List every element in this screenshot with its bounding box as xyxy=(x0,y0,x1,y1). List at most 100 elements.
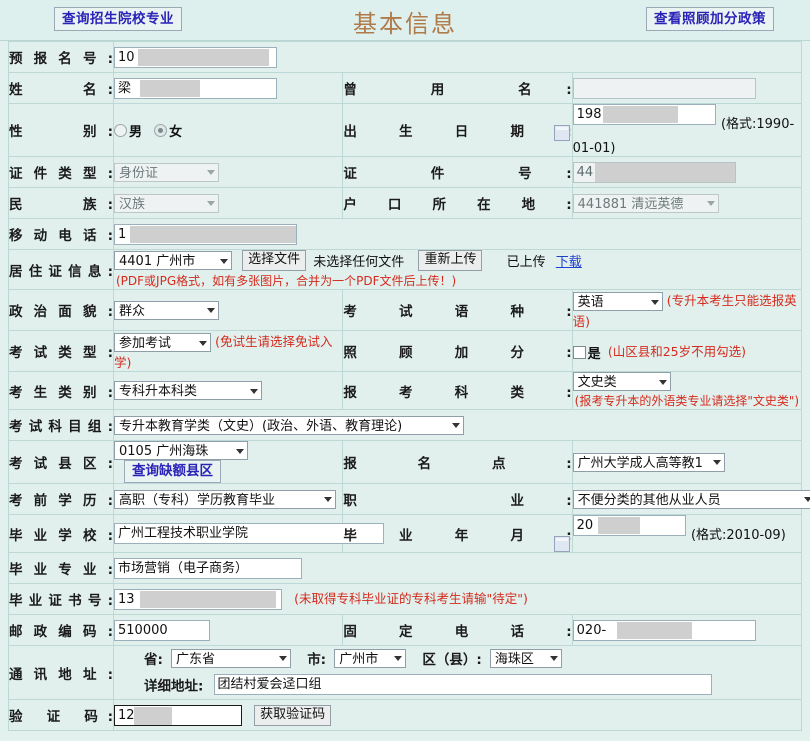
cell-postcode xyxy=(112,614,344,646)
redaction-overlay xyxy=(594,162,735,182)
table-row-pre-reg-no: 预报名号: xyxy=(8,41,802,73)
exam-type-value: 参加考试 xyxy=(114,333,211,352)
exam-language-select[interactable]: 英语 xyxy=(572,292,663,311)
get-captcha-button[interactable]: 获取验证码 xyxy=(254,704,332,726)
download-link[interactable]: 下载 xyxy=(556,255,582,270)
table-row-subject-group: 考试科目组: 专升本教育学类（文史）(政治、外语、教育理论) xyxy=(8,409,802,441)
table-row-postcode: 邮政编码: 固定电话: xyxy=(8,614,803,646)
form-header: 查询招生院校专业 基本信息 查看照顾加分政策 xyxy=(0,0,810,41)
cell-name xyxy=(112,72,344,104)
reg-point-select[interactable]: 广州大学成人高等教1 xyxy=(572,452,725,472)
label-prior-education: 考前学历: xyxy=(8,483,114,515)
province-select[interactable]: 广东省 xyxy=(171,648,292,668)
table-row-id: 证件类型: 身份证 证 件 号: xyxy=(8,156,803,188)
label-birth-date: 出生日期: xyxy=(342,103,573,157)
label-exam-county: 考试县区: xyxy=(8,440,114,484)
table-row-gender: 性 别: 男 女 出生日期: (格式:1990-01-01) xyxy=(8,103,803,157)
former-name-input[interactable] xyxy=(572,77,756,99)
reupload-button[interactable]: 重新上传 xyxy=(418,250,483,271)
query-vacancy-county-button[interactable]: 查询缺额县区 xyxy=(124,460,221,483)
diploma-no-wrap xyxy=(114,589,282,610)
uploaded-status-text: 已上传 xyxy=(506,255,546,270)
cell-diploma-no: (未取得专科毕业证的专科考生请输"待定") xyxy=(113,583,802,615)
bonus-points-checkbox[interactable] xyxy=(572,345,586,359)
grad-date-wrap xyxy=(553,515,687,552)
label-reg-point: 报名点: xyxy=(342,440,573,484)
label-name: 姓 名: xyxy=(8,72,114,104)
view-bonus-policy-button[interactable]: 查看照顾加分政策 xyxy=(646,7,774,31)
subject-group-select[interactable]: 专升本教育学类（文史）(政治、外语、教育理论) xyxy=(114,415,464,435)
label-former-name: 曾 用 名: xyxy=(342,72,573,104)
label-id-no: 证 件 号: xyxy=(342,156,573,188)
redaction-overlay xyxy=(616,621,692,639)
label-detail-address: 详细地址: xyxy=(144,678,204,695)
label-grad-major: 毕业专业: xyxy=(8,552,114,584)
label-id-type: 证件类型: xyxy=(8,156,114,188)
label-exam-type: 考试类型: xyxy=(8,330,114,372)
label-postcode: 邮政编码: xyxy=(8,614,114,646)
grad-major-input[interactable] xyxy=(114,557,302,579)
residence-permit-hint: (PDF或JPG格式，如有多张图片，合并为一个PDF文件后上传！) xyxy=(116,274,457,288)
exam-county-select[interactable]: 0105 广州海珠 xyxy=(114,441,248,460)
radio-female[interactable] xyxy=(154,123,168,137)
calendar-icon[interactable] xyxy=(553,536,570,552)
label-bonus-points: 照顾加分: xyxy=(342,330,573,372)
redaction-overlay xyxy=(134,706,172,725)
cell-exam-language: 英语 (专升本考生只能选报英语) xyxy=(571,289,803,331)
residence-city-select[interactable]: 4401 广州市 xyxy=(114,251,232,270)
address-detail-row: 详细地址: xyxy=(114,674,801,699)
cell-grad-date: (格式:2010-09) xyxy=(553,514,803,553)
postcode-input[interactable] xyxy=(114,619,210,641)
bonus-points-hint: (山区县和25岁不用勾选) xyxy=(607,343,746,359)
table-row-nation: 民 族: 汉族 户口所在地: 441881 清远英德 xyxy=(8,187,803,219)
table-row-grad-major: 毕业专业: xyxy=(8,552,802,584)
table-row-mobile: 移动电话: xyxy=(8,218,802,250)
district-value: 海珠区 xyxy=(489,648,562,668)
candidate-category-select[interactable]: 专科升本科类 xyxy=(114,381,262,400)
radio-male[interactable] xyxy=(114,123,127,137)
detail-address-input[interactable] xyxy=(213,674,712,695)
choose-file-button[interactable]: 选择文件 xyxy=(242,250,307,271)
exam-language-value: 英语 xyxy=(572,292,663,311)
province-value: 广东省 xyxy=(171,648,292,668)
label-apply-category: 报考科类: xyxy=(342,371,573,410)
table-row-captcha: 验 证 码: 获取验证码 xyxy=(8,699,802,731)
cell-prior-education: 高职（专科）学历教育毕业 xyxy=(112,483,344,515)
redaction-overlay xyxy=(130,225,296,243)
cell-occupation: 不便分类的其他从业人员 xyxy=(571,483,810,515)
exam-type-select[interactable]: 参加考试 xyxy=(114,333,211,352)
city-value: 广州市 xyxy=(334,648,407,668)
cell-political: 群众 xyxy=(112,289,344,331)
label-hukou: 户口所在地: xyxy=(342,187,573,219)
cell-exam-type: 参加考试 (免试生请选择免试入学) xyxy=(112,330,344,372)
label-subject-group: 考试科目组: xyxy=(8,409,114,441)
label-exam-language: 考试语种: xyxy=(342,289,573,331)
occupation-select[interactable]: 不便分类的其他从业人员 xyxy=(572,489,810,509)
label-landline: 固定电话: xyxy=(342,614,573,646)
exam-county-value: 0105 广州海珠 xyxy=(114,441,248,460)
prior-education-select[interactable]: 高职（专科）学历教育毕业 xyxy=(114,489,336,509)
nation-select[interactable]: 汉族 xyxy=(114,193,219,213)
label-diploma-no: 毕业证书号: xyxy=(8,583,114,615)
cell-hukou: 441881 清远英德 xyxy=(571,187,803,219)
residence-city-value: 4401 广州市 xyxy=(114,251,232,270)
mobile-wrap xyxy=(114,223,297,245)
id-type-select[interactable]: 身份证 xyxy=(114,162,219,182)
table-row-residence-permit: 居住证信息: 4401 广州市 选择文件 未选择任何文件 重新上传 已上传 下载… xyxy=(8,249,802,290)
cell-candidate-category: 专科升本科类 xyxy=(112,371,344,410)
pre-reg-no-wrap xyxy=(114,46,277,68)
cell-address: 省: 广东省 市: 广州市 区（县）: 海珠区 详细地址: 团结村爱会迳口组 xyxy=(113,645,802,700)
calendar-icon[interactable] xyxy=(553,125,570,141)
political-select[interactable]: 群众 xyxy=(114,300,219,320)
label-gender: 性 别: xyxy=(8,103,114,157)
cell-gender: 男 女 xyxy=(112,103,344,157)
cell-grad-major xyxy=(113,552,802,584)
hukou-select[interactable]: 441881 清远英德 xyxy=(572,193,719,213)
city-select[interactable]: 广州市 xyxy=(334,648,407,668)
district-select[interactable]: 海珠区 xyxy=(489,648,562,668)
basic-info-table: 预报名号: 姓 名: 曾 用 名: xyxy=(8,41,810,731)
label-political: 政治面貌: xyxy=(8,289,114,331)
apply-category-select[interactable]: 文史类 xyxy=(572,372,671,391)
cell-id-no xyxy=(571,156,803,188)
cell-grad-school xyxy=(112,514,384,553)
